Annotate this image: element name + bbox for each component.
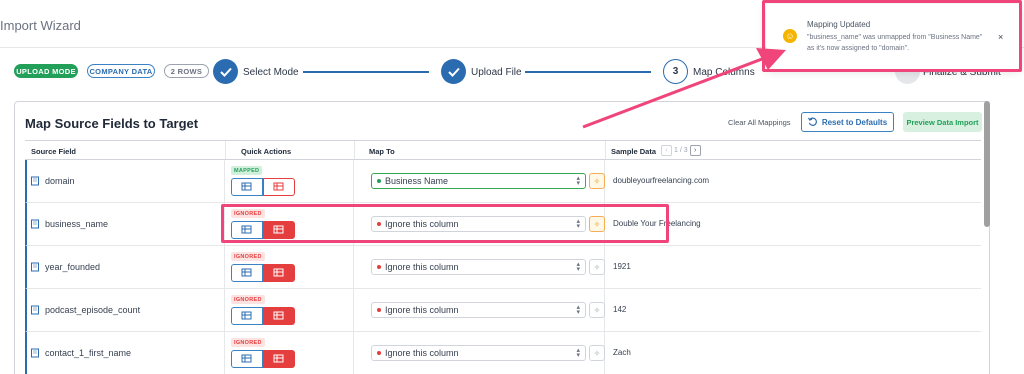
annotation-arrow-icon xyxy=(582,48,786,129)
